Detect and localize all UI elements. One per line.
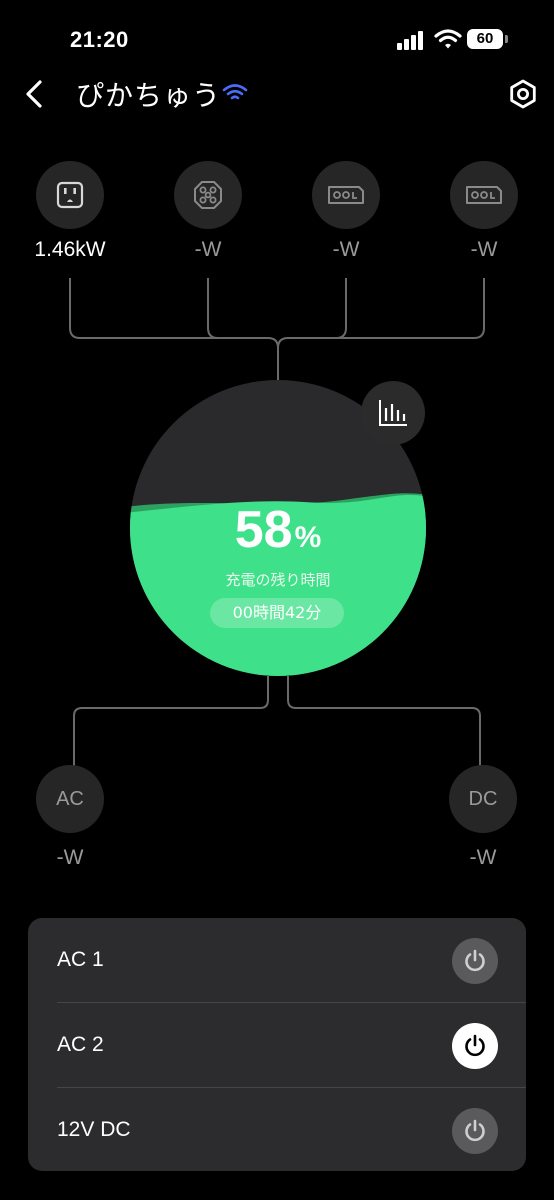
charge-time-value: 00時間42分: [210, 598, 344, 628]
output-dc-value: -W: [469, 846, 497, 869]
switch-label-ac1: AC 1: [57, 948, 104, 971]
input-port-ac[interactable]: [36, 161, 104, 229]
power-icon: [465, 1034, 485, 1057]
output-dc-circle[interactable]: DC: [449, 765, 517, 833]
charge-time-label: 充電の残り時間: [225, 571, 331, 589]
power-toggle-12v-dc[interactable]: [452, 1108, 498, 1154]
switch-label-ac2: AC 2: [57, 1033, 104, 1056]
bar-chart-icon: [379, 400, 407, 426]
input-port-car[interactable]: [174, 161, 242, 229]
input-value-car: -W: [194, 238, 222, 261]
switch-row-ac1: AC 1: [28, 918, 526, 1002]
input-port-solar-2[interactable]: [450, 161, 518, 229]
battery-percent-value: 58: [234, 501, 293, 559]
power-toggle-ac2[interactable]: [452, 1023, 498, 1069]
input-value-ac: 1.46kW: [34, 238, 106, 261]
switch-label-12v-dc: 12V DC: [57, 1118, 131, 1141]
power-icon: [465, 1119, 485, 1142]
output-switch-panel: AC 1 AC 2 12V DC: [28, 918, 526, 1171]
battery-percent: 58%: [130, 500, 426, 560]
car-port-icon: [194, 181, 222, 209]
power-toggle-ac1[interactable]: [452, 938, 498, 984]
solar-port-icon: [328, 186, 364, 204]
power-icon: [465, 949, 485, 972]
input-value-solar-1: -W: [332, 238, 360, 261]
statistics-button[interactable]: [361, 381, 425, 445]
input-port-solar-1[interactable]: [312, 161, 380, 229]
solar-port-icon: [466, 186, 502, 204]
switch-row-12v-dc: 12V DC: [28, 1088, 526, 1172]
battery-percent-unit: %: [294, 521, 322, 554]
ac-outlet-icon: [56, 181, 84, 209]
input-value-solar-2: -W: [470, 238, 498, 261]
switch-row-ac2: AC 2: [28, 1003, 526, 1087]
output-ac-circle[interactable]: AC: [36, 765, 104, 833]
output-ac-value: -W: [56, 846, 84, 869]
